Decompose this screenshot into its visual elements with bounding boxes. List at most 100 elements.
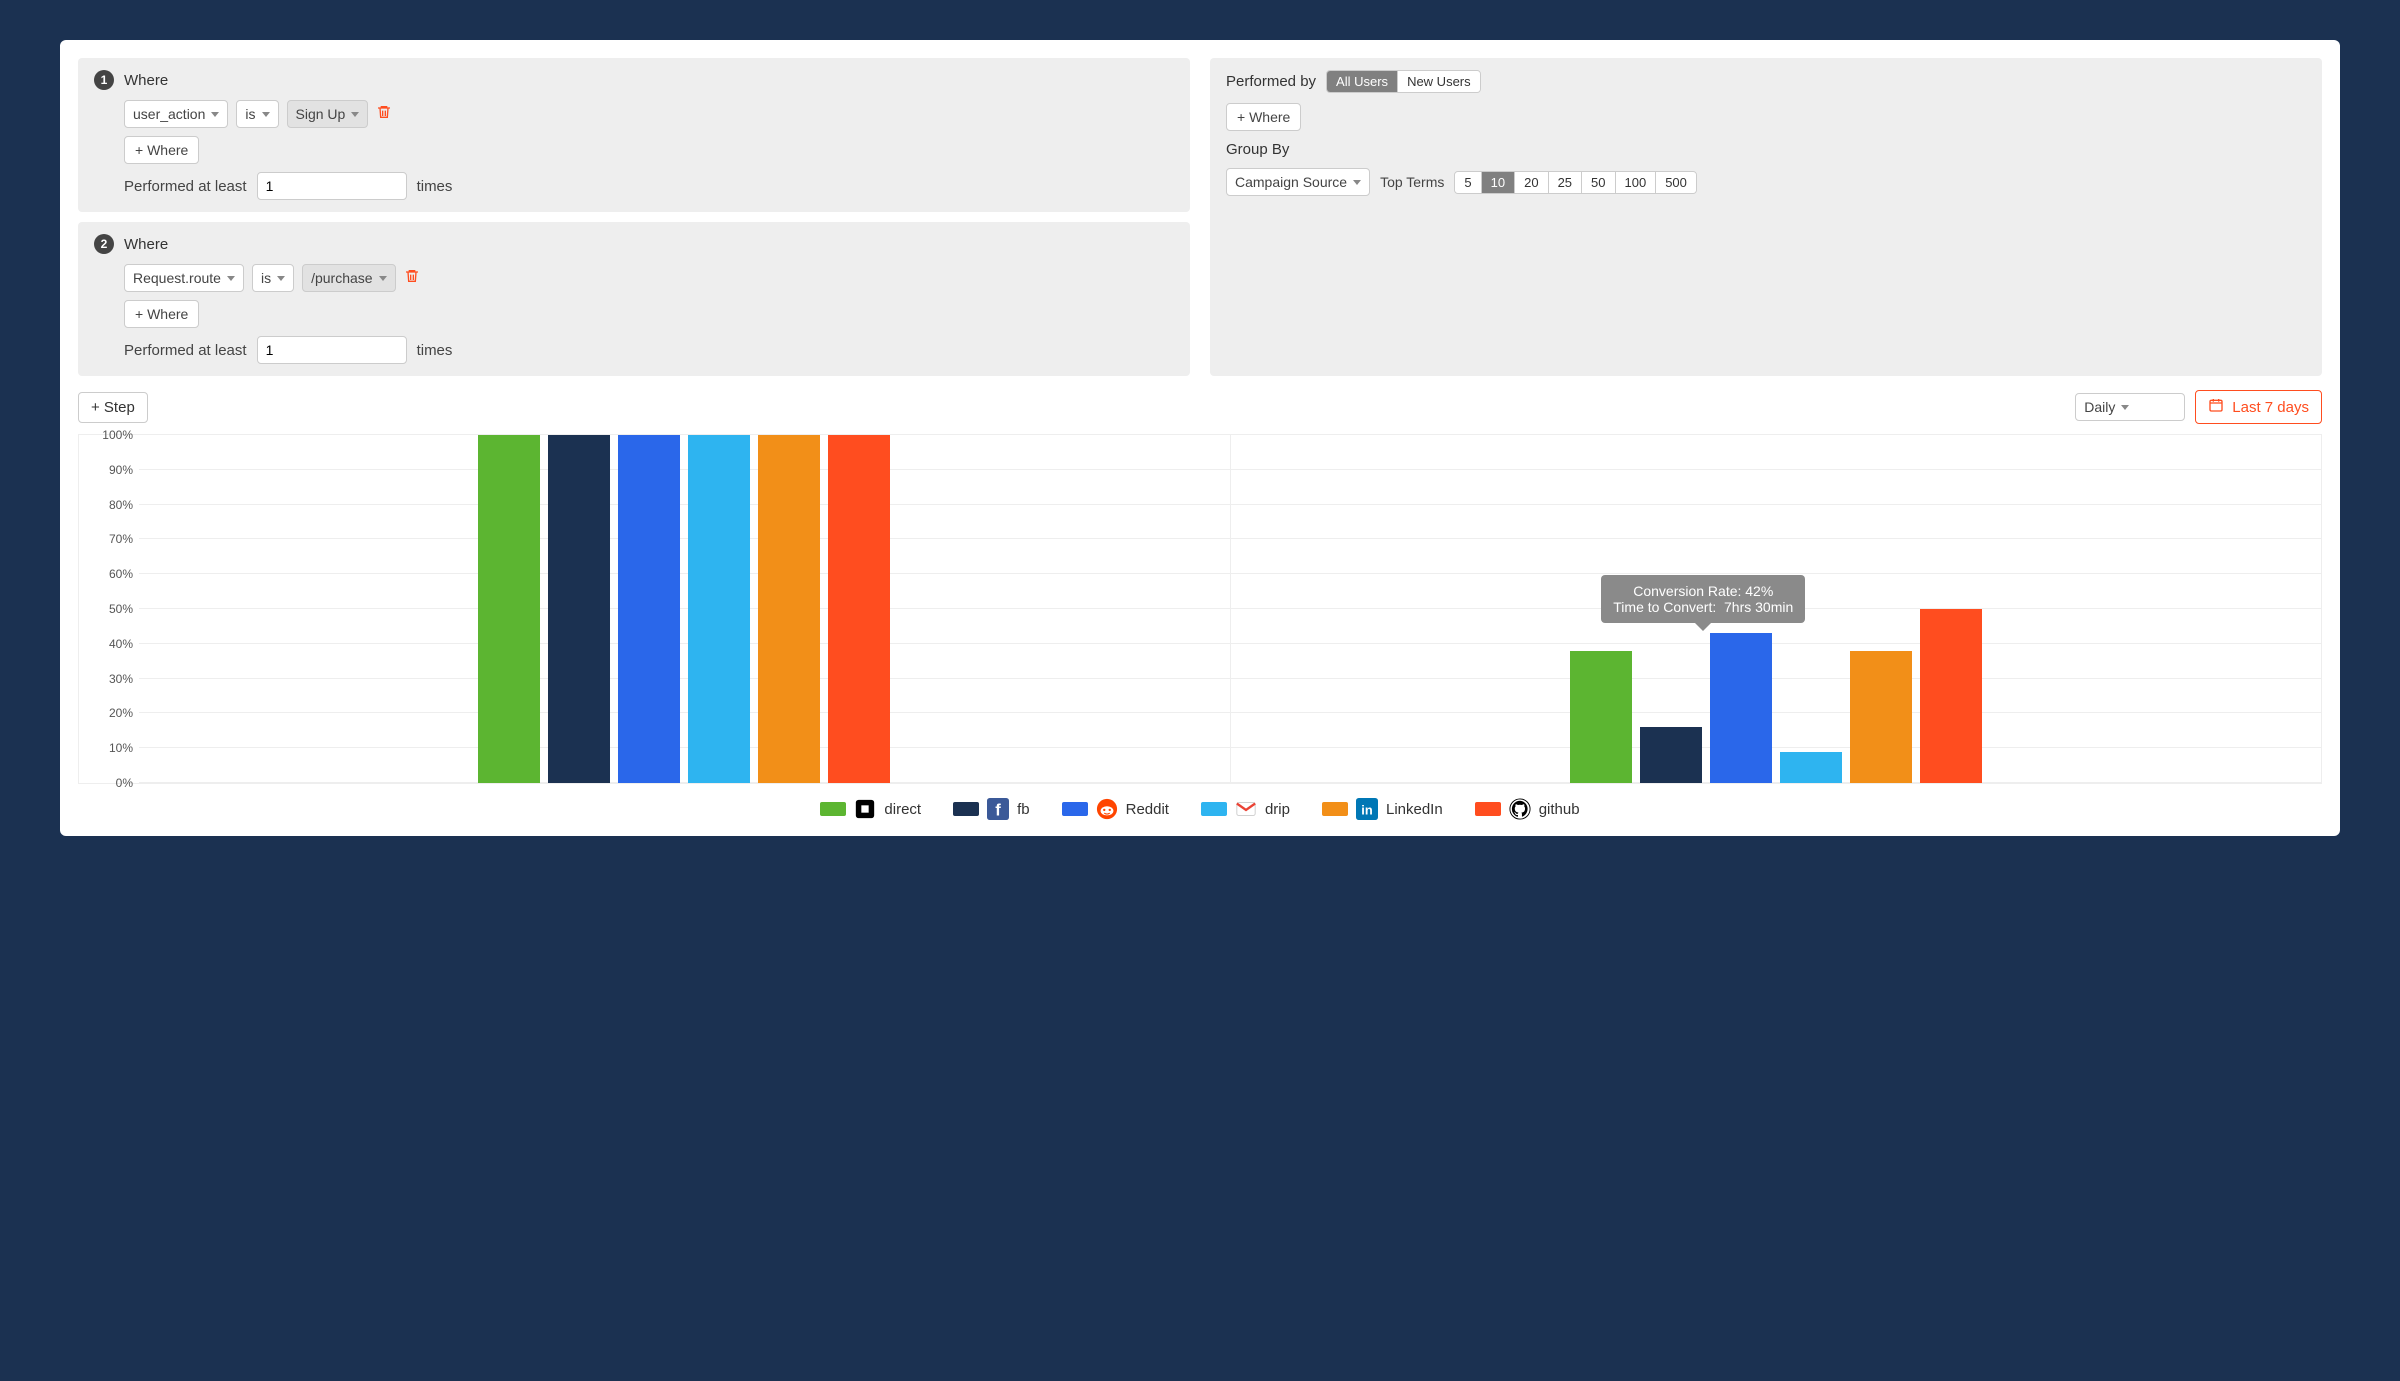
group-by-label: Group By xyxy=(1226,141,1289,158)
performed-prefix: Performed at least xyxy=(124,178,247,195)
legend-swatch xyxy=(1322,802,1348,816)
performed-suffix: times xyxy=(417,342,453,359)
date-range-button[interactable]: Last 7 days xyxy=(2195,390,2322,424)
gmail-icon xyxy=(1235,798,1257,820)
legend-swatch xyxy=(953,802,979,816)
groupby-column: Performed by All Users New Users + Where… xyxy=(1210,58,2322,376)
group-by-dropdown[interactable]: Campaign Source xyxy=(1226,168,1370,196)
field-dropdown[interactable]: user_action xyxy=(124,100,228,128)
y-tick: 80% xyxy=(109,498,133,512)
legend-Reddit[interactable]: Reddit xyxy=(1062,798,1169,820)
segment-new-users[interactable]: New Users xyxy=(1398,71,1480,92)
legend-swatch xyxy=(820,802,846,816)
performed-count-input[interactable] xyxy=(257,336,407,364)
performed-by-label: Performed by xyxy=(1226,73,1316,90)
svg-text:in: in xyxy=(1361,803,1373,818)
bar-drip[interactable] xyxy=(688,435,750,783)
performed-count-input[interactable] xyxy=(257,172,407,200)
legend-swatch xyxy=(1062,802,1088,816)
chevron-down-icon xyxy=(262,112,270,117)
legend-fb[interactable]: ffb xyxy=(953,798,1030,820)
top-terms-500[interactable]: 500 xyxy=(1656,172,1696,193)
y-tick: 0% xyxy=(116,776,133,790)
y-tick: 90% xyxy=(109,463,133,477)
top-terms-50[interactable]: 50 xyxy=(1582,172,1615,193)
bar-drip[interactable] xyxy=(1780,752,1842,783)
legend-label: fb xyxy=(1017,801,1030,818)
chevron-down-icon xyxy=(2121,405,2129,410)
chart-legend: direct ffb Reddit drip in LinkedIn github xyxy=(78,784,2322,826)
y-tick: 100% xyxy=(102,428,133,442)
performed-suffix: times xyxy=(417,178,453,195)
top-terms-10[interactable]: 10 xyxy=(1482,172,1515,193)
linkedin-icon: in xyxy=(1356,798,1378,820)
direct-icon xyxy=(854,798,876,820)
facebook-icon: f xyxy=(987,798,1009,820)
legend-github[interactable]: github xyxy=(1475,798,1580,820)
top-terms-group: 510202550100500 xyxy=(1454,171,1697,194)
chevron-down-icon xyxy=(211,112,219,117)
field-dropdown[interactable]: Request.route xyxy=(124,264,244,292)
groupby-block: Performed by All Users New Users + Where… xyxy=(1210,58,2322,376)
add-where-button[interactable]: + Where xyxy=(1226,103,1301,131)
bar-LinkedIn[interactable] xyxy=(1850,651,1912,783)
step-number-2: 2 xyxy=(94,234,114,254)
bar-direct[interactable] xyxy=(1570,651,1632,783)
chevron-down-icon xyxy=(277,276,285,281)
value-dropdown[interactable]: Sign Up xyxy=(287,100,369,128)
chevron-down-icon xyxy=(379,276,387,281)
legend-label: direct xyxy=(884,801,921,818)
bar-fb[interactable] xyxy=(1640,727,1702,783)
steps-column: 1 Where user_action is Sign Up + Where P… xyxy=(78,58,1190,376)
y-tick: 70% xyxy=(109,532,133,546)
analytics-card: 1 Where user_action is Sign Up + Where P… xyxy=(60,40,2340,836)
top-terms-25[interactable]: 25 xyxy=(1549,172,1582,193)
step-bars-2: Conversion Rate: 42%Time to Convert: 7hr… xyxy=(1230,435,2322,783)
operator-dropdown[interactable]: is xyxy=(252,264,294,292)
performed-prefix: Performed at least xyxy=(124,342,247,359)
step-block-1: 1 Where user_action is Sign Up + Where P… xyxy=(78,58,1190,212)
filters-row: 1 Where user_action is Sign Up + Where P… xyxy=(78,58,2322,376)
bar-LinkedIn[interactable] xyxy=(758,435,820,783)
github-icon xyxy=(1509,798,1531,820)
y-axis: 0%10%20%30%40%50%60%70%80%90%100% xyxy=(79,435,139,783)
y-tick: 40% xyxy=(109,637,133,651)
add-step-button[interactable]: + Step xyxy=(78,392,148,423)
value-dropdown[interactable]: /purchase xyxy=(302,264,395,292)
bar-github[interactable] xyxy=(1920,609,1982,783)
where-label: Where xyxy=(124,72,168,89)
legend-label: Reddit xyxy=(1126,801,1169,818)
funnel-chart: 0%10%20%30%40%50%60%70%80%90%100% Conver… xyxy=(78,434,2322,784)
trash-icon[interactable] xyxy=(376,104,392,125)
operator-dropdown[interactable]: is xyxy=(236,100,278,128)
top-terms-20[interactable]: 20 xyxy=(1515,172,1548,193)
y-tick: 20% xyxy=(109,706,133,720)
bar-github[interactable] xyxy=(828,435,890,783)
segment-all-users[interactable]: All Users xyxy=(1327,71,1398,92)
bar-Reddit[interactable] xyxy=(1710,633,1772,783)
trash-icon[interactable] xyxy=(404,268,420,289)
bar-direct[interactable] xyxy=(478,435,540,783)
add-where-button[interactable]: + Where xyxy=(124,136,199,164)
legend-label: github xyxy=(1539,801,1580,818)
top-terms-5[interactable]: 5 xyxy=(1455,172,1481,193)
reddit-icon xyxy=(1096,798,1118,820)
legend-label: LinkedIn xyxy=(1386,801,1443,818)
add-where-button[interactable]: + Where xyxy=(124,300,199,328)
svg-text:f: f xyxy=(995,801,1001,819)
calendar-icon xyxy=(2208,397,2224,417)
step-number-1: 1 xyxy=(94,70,114,90)
legend-swatch xyxy=(1201,802,1227,816)
where-label: Where xyxy=(124,236,168,253)
top-terms-100[interactable]: 100 xyxy=(1616,172,1657,193)
step-block-2: 2 Where Request.route is /purchase + Whe… xyxy=(78,222,1190,376)
legend-direct[interactable]: direct xyxy=(820,798,921,820)
legend-label: drip xyxy=(1265,801,1290,818)
legend-LinkedIn[interactable]: in LinkedIn xyxy=(1322,798,1443,820)
bar-fb[interactable] xyxy=(548,435,610,783)
y-tick: 30% xyxy=(109,672,133,686)
chevron-down-icon xyxy=(351,112,359,117)
legend-drip[interactable]: drip xyxy=(1201,798,1290,820)
bar-Reddit[interactable] xyxy=(618,435,680,783)
interval-dropdown[interactable]: Daily xyxy=(2075,393,2185,421)
